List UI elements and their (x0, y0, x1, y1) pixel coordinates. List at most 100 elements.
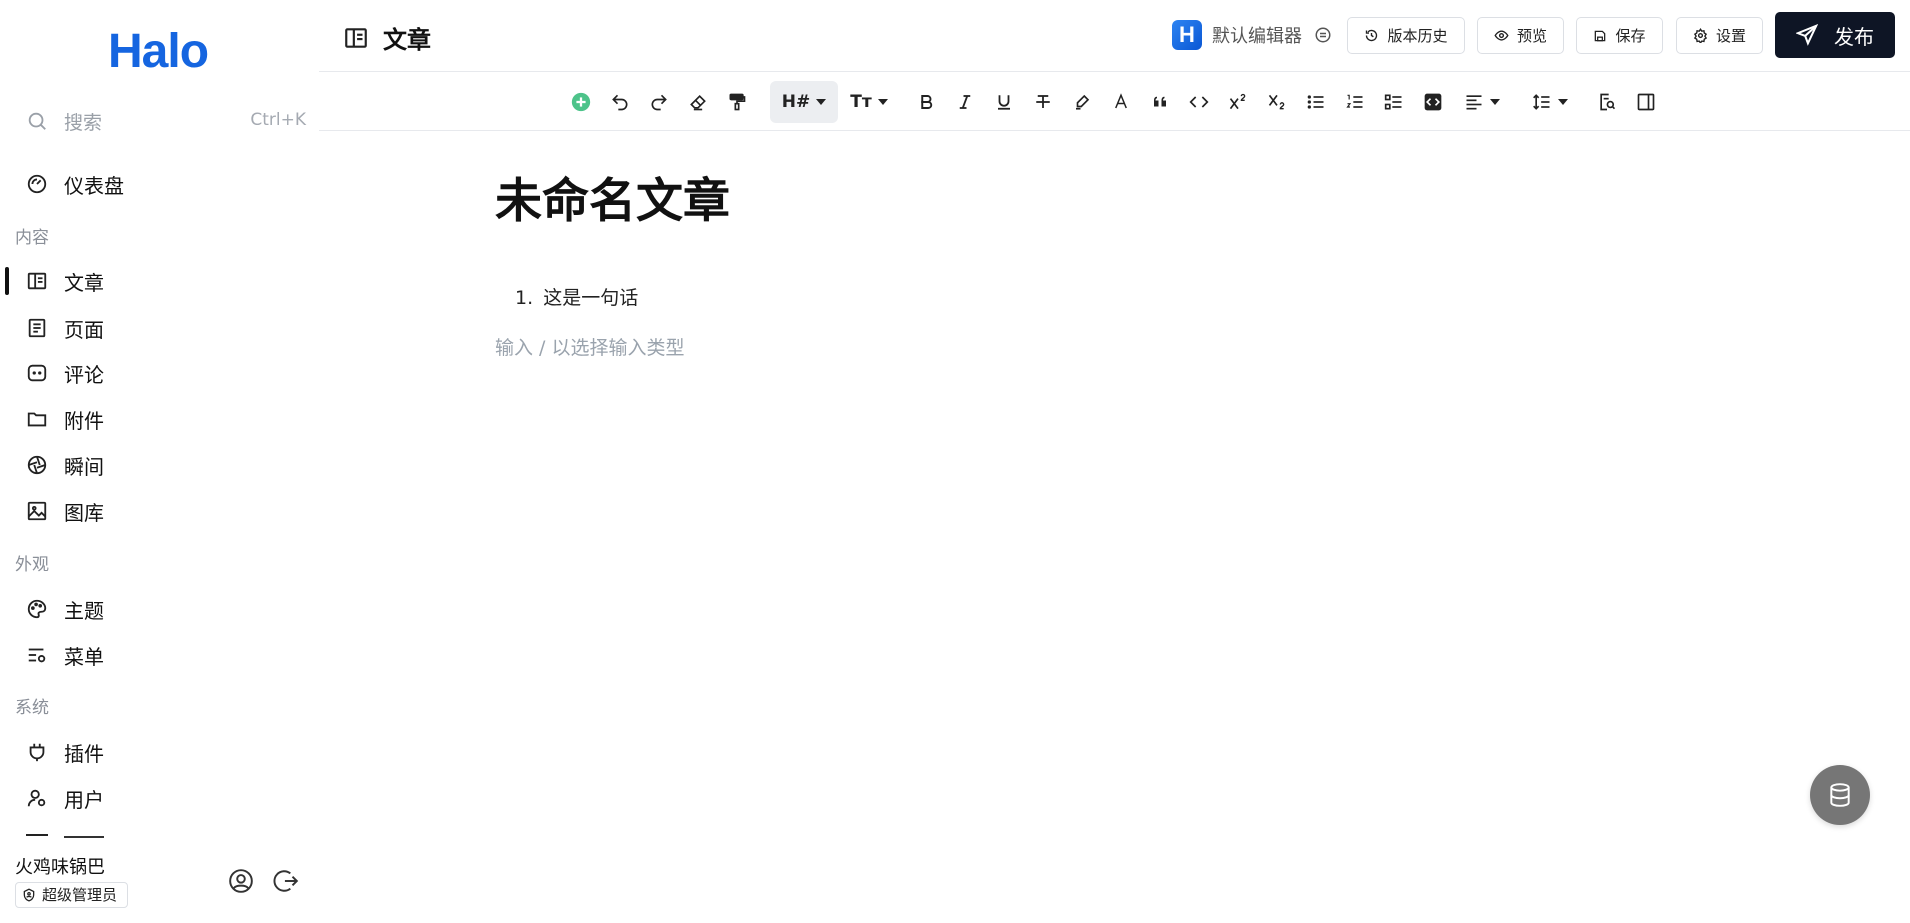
caret-down-icon (816, 99, 827, 105)
document-title[interactable]: 未命名文章 (495, 162, 730, 231)
code-block-button[interactable] (1418, 87, 1448, 117)
quote-icon (1154, 96, 1166, 107)
page-title-text: 文章 (383, 26, 431, 54)
italic-button[interactable] (950, 87, 980, 117)
sidebar-item-comments[interactable]: 评论 (0, 351, 319, 395)
dashboard-icon (27, 174, 47, 194)
line-height-dropdown[interactable] (1525, 87, 1575, 117)
save-button[interactable]: 保存 (1576, 17, 1663, 54)
sidebar-item-label: 页面 (64, 317, 104, 342)
sidebar-item-gallery[interactable]: 图库 (0, 489, 319, 533)
plug-icon (29, 743, 45, 762)
toggle-sidebar-button[interactable] (1631, 87, 1661, 117)
sidebar-item-dashboard[interactable]: 仪表盘 (0, 162, 319, 206)
sidebar-item-posts[interactable]: 文章 (0, 259, 319, 303)
document-search-icon (1600, 93, 1616, 111)
heading-dropdown[interactable]: H# (770, 81, 838, 123)
aperture-icon (27, 455, 47, 475)
settings-label: 设置 (1715, 27, 1746, 45)
sidebar-item-plugins[interactable]: 插件 (0, 730, 319, 774)
search-icon (28, 112, 46, 130)
bold-icon (921, 95, 933, 109)
task-list-button[interactable] (1379, 87, 1409, 117)
halo-logo[interactable]: Halo (108, 24, 209, 79)
sidebar-item-pages[interactable]: 页面 (0, 306, 319, 350)
editor-switcher[interactable]: H 默认编辑器 (1172, 20, 1332, 50)
italic-icon (959, 95, 971, 109)
list-number: 1. (515, 287, 534, 309)
palette-icon (27, 599, 47, 619)
eraser-icon (690, 94, 706, 111)
undo-button[interactable] (605, 87, 635, 117)
clear-format-button[interactable] (683, 87, 713, 117)
redo-icon (651, 94, 667, 111)
sidebar-item-label: 附件 (64, 408, 104, 433)
caret-down-icon (877, 99, 888, 105)
highlight-button[interactable] (1067, 87, 1097, 117)
format-painter-button[interactable] (722, 87, 752, 117)
user-settings-icon (27, 789, 46, 807)
menu-settings-icon (28, 648, 46, 663)
logout-icon[interactable] (273, 868, 299, 894)
sidebar-item-label: 图库 (64, 500, 104, 525)
profile-icon[interactable] (228, 868, 254, 894)
editor-content[interactable]: 未命名文章 1. 这是一句话 输入 / 以选择输入类型 (319, 131, 1910, 923)
publish-label: 发布 (1834, 24, 1874, 49)
search-shortcut: Ctrl+K (250, 110, 306, 130)
redo-button[interactable] (644, 87, 674, 117)
sidebar-item-attachments[interactable]: 附件 (0, 397, 319, 441)
section-system-label: 系统 (15, 698, 49, 718)
blockquote-button[interactable] (1145, 87, 1175, 117)
bullet-list-button[interactable] (1301, 87, 1331, 117)
version-history-button[interactable]: 版本历史 (1347, 17, 1465, 54)
comment-icon (27, 364, 47, 382)
preview-button[interactable]: 预览 (1477, 17, 1564, 54)
search-box[interactable]: 搜索 Ctrl+K (16, 100, 306, 142)
sidebar-item-label: 菜单 (64, 644, 104, 669)
underline-button[interactable] (989, 87, 1019, 117)
shield-icon (23, 888, 35, 902)
sidebar-item-menus[interactable]: 菜单 (0, 633, 319, 677)
sidebar-item-label: 文章 (64, 270, 104, 295)
sidebar-item-themes[interactable]: 主题 (0, 587, 319, 631)
strikethrough-button[interactable] (1028, 87, 1058, 117)
search-replace-button[interactable] (1592, 87, 1622, 117)
sidebar-item-label: 评论 (64, 362, 104, 387)
switch-icon (1315, 27, 1331, 43)
subscript-button[interactable] (1262, 87, 1292, 117)
sidebar-item-label: 用户 (64, 787, 104, 812)
list-item[interactable]: 1. 这是一句话 (515, 283, 638, 310)
font-color-icon (1115, 93, 1127, 109)
block-placeholder[interactable]: 输入 / 以选择输入类型 (495, 333, 684, 360)
settings-button[interactable]: 设置 (1676, 17, 1763, 54)
role-label: 超级管理员 (42, 886, 118, 904)
search-placeholder: 搜索 (64, 112, 103, 134)
preview-label: 预览 (1516, 27, 1547, 45)
bold-button[interactable] (911, 87, 941, 117)
top-header: 文章 H 默认编辑器 版本历史 预览 保存 设置 发布 (319, 0, 1910, 72)
version-history-label: 版本历史 (1387, 27, 1448, 45)
font-color-button[interactable] (1106, 87, 1136, 117)
code-button[interactable] (1184, 87, 1214, 117)
database-fab-button[interactable] (1810, 765, 1870, 825)
page-icon (28, 318, 46, 338)
editor-label: 默认编辑器 (1212, 26, 1302, 47)
sidebar-item-users[interactable]: 用户 (0, 776, 319, 820)
sidebar-item-label: 瞬间 (64, 454, 104, 479)
paint-roller-icon (729, 93, 746, 111)
font-size-dropdown[interactable]: Tт (844, 87, 894, 117)
code-block-icon (1424, 93, 1442, 111)
ordered-list-button[interactable] (1340, 87, 1370, 117)
subscript-icon (1268, 94, 1285, 110)
publish-button[interactable]: 发布 (1775, 12, 1895, 58)
send-icon (1796, 24, 1818, 46)
editor-badge: H (1172, 20, 1202, 50)
sidebar-item-moments[interactable]: 瞬间 (0, 443, 319, 487)
insert-block-button[interactable] (566, 87, 596, 117)
superscript-button[interactable] (1223, 87, 1253, 117)
font-size-label: Tт (850, 92, 872, 112)
book-icon (27, 272, 47, 290)
sidebar-item-label: 仪表盘 (64, 173, 124, 198)
align-dropdown[interactable] (1457, 87, 1507, 117)
user-name: 火鸡味锅巴 (15, 857, 105, 878)
